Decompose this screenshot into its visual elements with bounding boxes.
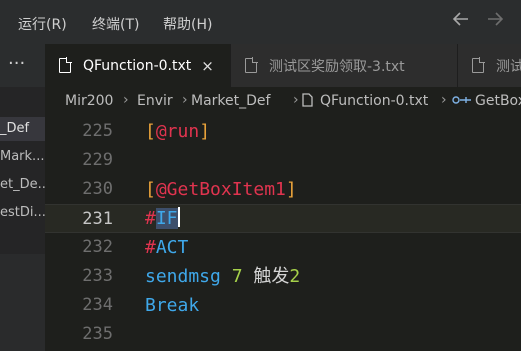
code-editor[interactable]: 225 [@run] 229 230 [@GetBoxItem1] 231 #I… — [45, 117, 521, 351]
sidebar-file-item[interactable]: Mark... — [0, 145, 45, 169]
more-actions-icon[interactable]: ··· — [8, 53, 25, 74]
chevron-right-icon: › — [182, 92, 188, 108]
tab-bar: QFunction-0.txt × 测试区奖励领取-3.txt 测试 — [45, 44, 521, 87]
sidebar-file-item[interactable]: estDi... — [0, 201, 45, 225]
code-line-current: 231 #IF — [45, 204, 521, 233]
code-line: 229 — [45, 146, 521, 175]
file-icon — [302, 93, 313, 109]
sidebar-header: ··· — [0, 44, 45, 87]
symbol-icon — [452, 93, 472, 109]
breadcrumb-item[interactable]: QFunction-0.txt — [320, 93, 428, 109]
file-icon — [472, 57, 485, 73]
arrow-left-icon[interactable] — [452, 9, 470, 33]
line-number: 235 — [82, 324, 113, 344]
sidebar-file-item[interactable]: _Def — [0, 117, 45, 141]
menu-terminal[interactable]: 终端(T) — [92, 14, 139, 34]
tab-label: 测试 — [496, 58, 521, 75]
code-line: 235 — [45, 320, 521, 349]
menu-bar: 运行(R) 终端(T) 帮助(H) — [0, 0, 521, 44]
code-line: 225 [@run] — [45, 117, 521, 146]
breadcrumb-item[interactable]: Mir200 — [65, 93, 113, 109]
chevron-right-icon: › — [441, 92, 447, 108]
code-text: sendmsg 7 触发2 — [145, 266, 301, 287]
tab-label: 测试区奖励领取-3.txt — [269, 58, 405, 75]
tab-test[interactable]: 测试 — [458, 44, 521, 87]
breadcrumb-item[interactable]: Market_Def — [191, 93, 270, 109]
code-line: 234 Break — [45, 291, 521, 320]
line-number: 230 — [82, 179, 113, 199]
sidebar-panel — [0, 254, 45, 351]
breadcrumb-item[interactable]: GetBox — [475, 93, 521, 109]
code-line: 233 sendmsg 7 触发2 — [45, 262, 521, 291]
text-cursor — [177, 207, 180, 227]
close-icon[interactable]: × — [201, 57, 214, 75]
code-text: [@run] — [145, 121, 211, 142]
menu-help[interactable]: 帮助(H) — [163, 14, 212, 34]
line-number: 232 — [82, 237, 113, 257]
code-text: #IF — [145, 207, 180, 229]
code-line: 230 [@GetBoxItem1] — [45, 175, 521, 204]
arrow-right-icon[interactable] — [486, 9, 504, 33]
line-number: 225 — [82, 121, 113, 141]
tab-reward[interactable]: 测试区奖励领取-3.txt — [231, 44, 458, 87]
line-number: 231 — [82, 209, 113, 229]
code-text: [@GetBoxItem1] — [145, 179, 297, 200]
menu-run[interactable]: 运行(R) — [18, 14, 67, 34]
breadcrumb: Mir200 › Envir › Market_Def › QFunction-… — [45, 87, 521, 117]
breadcrumb-item[interactable]: Envir — [137, 93, 173, 109]
code-text: #ACT — [145, 237, 189, 258]
explorer-sidebar: ··· _Def Mark... et_De... estDi... — [0, 44, 45, 351]
chevron-right-icon: › — [123, 92, 129, 108]
tab-qfunction[interactable]: QFunction-0.txt × — [45, 44, 231, 87]
line-number: 234 — [82, 295, 113, 315]
code-text: Break — [145, 295, 200, 316]
file-icon — [245, 57, 258, 73]
code-line: 232 #ACT — [45, 233, 521, 262]
sidebar-file-item[interactable]: et_De... — [0, 173, 45, 197]
line-number: 233 — [82, 266, 113, 286]
line-number: 229 — [82, 150, 113, 170]
file-icon — [59, 57, 72, 73]
chevron-right-icon: › — [293, 92, 299, 108]
tab-label: QFunction-0.txt — [83, 57, 192, 74]
